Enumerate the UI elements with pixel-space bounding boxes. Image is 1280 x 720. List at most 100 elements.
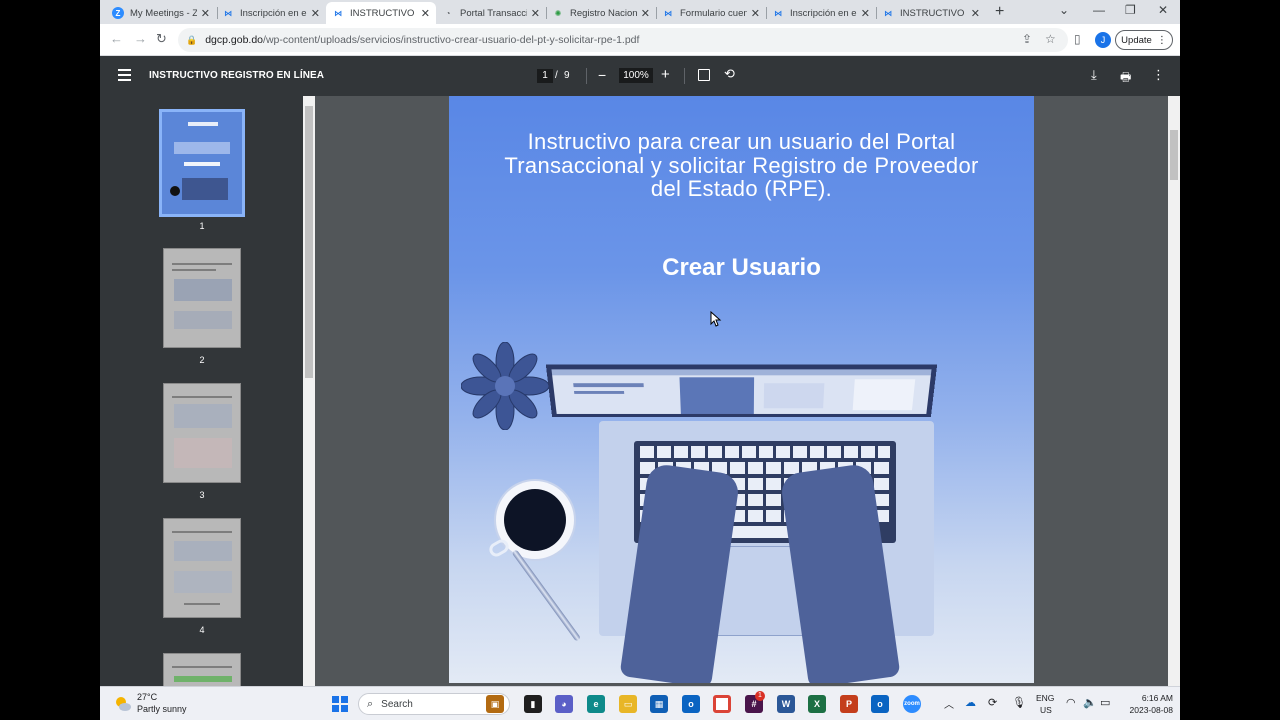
new-tab-icon[interactable]: + [995, 3, 1004, 21]
clock-time[interactable]: 6:16 AM [1137, 693, 1173, 703]
excel-icon[interactable]: X [808, 695, 826, 713]
close-tab-icon[interactable]: ✕ [751, 7, 760, 20]
rotate-icon[interactable]: ⟲ [724, 66, 735, 82]
url-path: /wp-content/uploads/servicios/instructiv… [263, 34, 640, 46]
tab-formulario[interactable]: ⋈ Formulario cuen ✕ [656, 2, 766, 24]
sidebar-scrollbar-thumb[interactable] [305, 106, 313, 378]
document-scrollbar-thumb[interactable] [1170, 130, 1178, 180]
minimize-icon[interactable]: — [1093, 3, 1105, 17]
address-bar[interactable]: 🔒 dgcp.gob.do /wp-content/uploads/servic… [178, 28, 1068, 52]
page-number-input[interactable]: 1 [537, 69, 553, 83]
thumbnail-page-4[interactable] [163, 518, 241, 618]
tab-instructivo-2[interactable]: ⋈ INSTRUCTIVO RI ✕ [876, 2, 986, 24]
thumbnail-page-3[interactable] [163, 383, 241, 483]
thumbnail-page-5[interactable] [163, 653, 241, 686]
browser-toolbar: ← → ↻ 🔒 dgcp.gob.do /wp-content/uploads/… [100, 24, 1180, 56]
zoom-in-icon[interactable]: + [661, 66, 670, 83]
dgcp-icon: ⋈ [884, 8, 892, 18]
tab-registro-nacional[interactable]: ✺ Registro Nacion ✕ [546, 2, 656, 24]
thumbnail-page-1[interactable] [159, 109, 245, 217]
outlook-alt-icon[interactable]: o [871, 695, 889, 713]
tab-inscripcion-1[interactable]: ⋈ Inscripción en el ✕ [216, 2, 326, 24]
zoom-level-input[interactable]: 100% [619, 68, 653, 83]
tab-title: INSTRUCTIVO RI [350, 7, 417, 19]
onedrive-icon[interactable]: ☁ [965, 696, 976, 709]
share-icon[interactable]: ⇪ [1022, 32, 1032, 46]
sync-icon[interactable]: ⟳ [988, 696, 997, 709]
weather-temperature[interactable]: 27°C [137, 692, 157, 702]
tab-portal-transaccional[interactable]: ◔ Portal Transacci ✕ [436, 2, 546, 24]
pen-image [511, 549, 582, 642]
bookmark-star-icon[interactable]: ☆ [1045, 32, 1056, 46]
close-tab-icon[interactable]: ✕ [641, 7, 650, 20]
tab-title: Registro Nacion [570, 7, 637, 19]
store-icon[interactable]: ▦ [650, 695, 668, 713]
thumbnail-number: 3 [199, 490, 205, 500]
close-window-icon[interactable]: ✕ [1158, 3, 1168, 17]
globe-icon: ✺ [554, 8, 562, 18]
zoom-out-icon[interactable]: − [598, 67, 606, 83]
briefcase-app-icon[interactable]: ▣ [486, 695, 504, 713]
coffee-image [504, 489, 566, 551]
tab-instructivo-active[interactable]: ⋈ INSTRUCTIVO RI ✕ [326, 2, 436, 24]
task-view-icon[interactable]: ▮ [524, 695, 542, 713]
update-button[interactable]: Update ⋮ [1115, 30, 1173, 50]
tab-search-icon[interactable]: ⌄ [1059, 3, 1069, 17]
reload-icon[interactable]: ↻ [156, 31, 167, 47]
succulent-plant-image [461, 342, 549, 430]
close-tab-icon[interactable]: ✕ [421, 7, 430, 20]
tab-my-meetings[interactable]: Z My Meetings - Z ✕ [106, 2, 216, 24]
pdf-toolbar: INSTRUCTIVO REGISTRO EN LÍNEA 1 / 9 − 10… [100, 56, 1180, 96]
url-host: dgcp.gob.do [205, 34, 264, 46]
fit-page-icon[interactable] [698, 69, 710, 81]
microphone-icon[interactable]: 🎙 [1012, 696, 1026, 709]
tray-chevron-icon[interactable]: ︿ [944, 696, 954, 711]
thumbnail-number: 1 [199, 221, 205, 231]
document-viewport[interactable]: Instructivo para crear un usuario del Po… [315, 96, 1168, 686]
dgcp-icon: ⋈ [664, 8, 672, 18]
browser-window: Z My Meetings - Z ✕ ⋈ Inscripción en el … [100, 0, 1180, 686]
back-icon[interactable]: ← [110, 31, 123, 46]
search-label: Search [381, 698, 413, 710]
teams-chat-icon[interactable]: ◕ [555, 695, 573, 713]
battery-icon[interactable]: ▭ [1100, 696, 1110, 709]
side-panel-icon[interactable]: ▯ [1074, 32, 1081, 46]
pdf-page-1: Instructivo para crear un usuario del Po… [449, 96, 1034, 683]
notification-badge: 1 [755, 691, 765, 701]
print-icon[interactable]: 🖶 [1120, 68, 1131, 89]
file-explorer-icon[interactable]: ▭ [619, 695, 637, 713]
profile-avatar[interactable]: J [1095, 32, 1111, 48]
tab-inscripcion-2[interactable]: ⋈ Inscripción en el ✕ [766, 2, 876, 24]
search-icon: ⌕ [367, 697, 374, 710]
wifi-icon[interactable]: ◠ [1066, 696, 1076, 709]
download-icon[interactable]: ⤓ [1091, 67, 1097, 83]
zoom-icon: Z [112, 7, 124, 19]
outlook-icon[interactable]: o [682, 695, 700, 713]
powerpoint-icon[interactable]: P [840, 695, 858, 713]
dgcp-icon: ⋈ [774, 8, 782, 18]
tab-title: INSTRUCTIVO RI [900, 7, 967, 19]
windows-start-icon[interactable] [332, 696, 348, 712]
forward-icon[interactable]: → [134, 31, 147, 46]
restore-icon[interactable]: ❐ [1125, 3, 1136, 17]
partly-sunny-icon [116, 697, 131, 711]
more-actions-icon[interactable]: ⋮ [1152, 67, 1165, 83]
word-icon[interactable]: W [777, 695, 795, 713]
volume-icon[interactable]: 🔈 [1083, 696, 1097, 709]
edge-browser-icon[interactable]: e [587, 695, 605, 713]
clock-date[interactable]: 2023-08-08 [1123, 705, 1173, 715]
language-secondary[interactable]: US [1040, 705, 1052, 715]
menu-icon[interactable] [118, 69, 131, 81]
close-tab-icon[interactable]: ✕ [311, 7, 320, 20]
close-tab-icon[interactable]: ✕ [531, 7, 540, 20]
dgcp-icon: ⋈ [334, 8, 342, 18]
language-primary[interactable]: ENG [1036, 693, 1054, 703]
document-scrollbar[interactable] [1168, 96, 1180, 686]
close-tab-icon[interactable]: ✕ [971, 7, 980, 20]
close-tab-icon[interactable]: ✕ [201, 7, 210, 20]
weather-description[interactable]: Partly sunny [137, 704, 187, 714]
chrome-icon[interactable] [713, 695, 731, 713]
zoom-app-icon[interactable]: zoom [903, 695, 921, 713]
close-tab-icon[interactable]: ✕ [861, 7, 870, 20]
thumbnail-page-2[interactable] [163, 248, 241, 348]
